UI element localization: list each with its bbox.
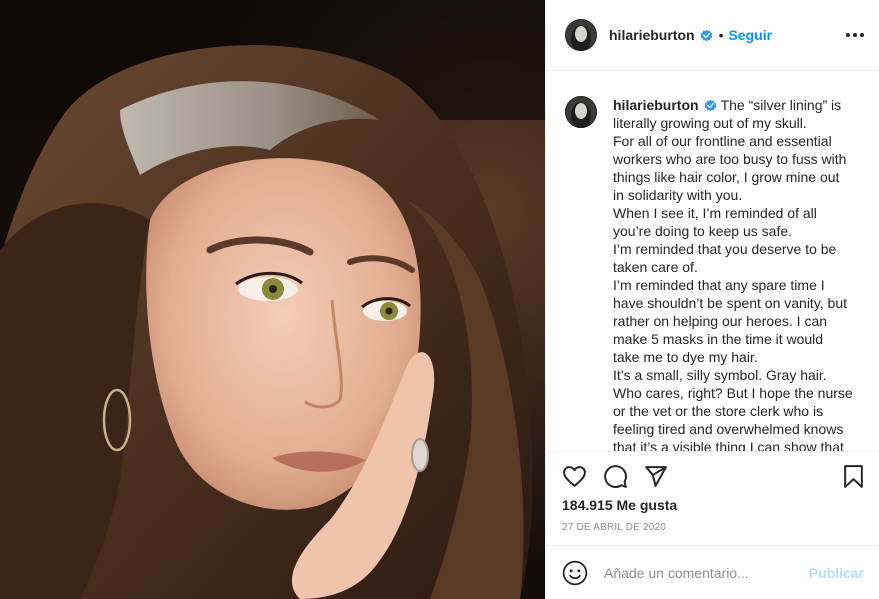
action-bar — [546, 451, 879, 499]
caption-line: or the vet or the store clerk who is — [613, 403, 824, 419]
heart-icon[interactable] — [562, 464, 587, 489]
caption-line: For all of our frontline and essential — [613, 133, 832, 149]
caption-line: in solidarity with you. — [613, 187, 743, 203]
caption-line: rather on helping our heroes. I can — [613, 313, 828, 329]
comment-icon[interactable] — [603, 464, 628, 489]
caption-line: take me to dye my hair. — [613, 349, 758, 365]
follow-button[interactable]: Seguir — [728, 27, 772, 43]
caption-line: you’re doing to keep us safe. — [613, 223, 793, 239]
caption-username-link[interactable]: hilarieburton — [613, 97, 699, 113]
post-date[interactable]: 27 DE ABRIL DE 2020 — [562, 522, 666, 533]
caption-line: Who cares, right? But I hope the nurse — [613, 385, 853, 401]
avatar[interactable] — [565, 19, 597, 51]
caption-line: I’m reminded that any spare time I — [613, 277, 825, 293]
caption-text: hilarieburton The “silver lining” is lite… — [613, 96, 861, 451]
likes-count[interactable]: 184.915 Me gusta — [562, 497, 677, 513]
post-side-panel: hilarieburton • Seguir hilarieburton The … — [545, 0, 879, 599]
publish-button[interactable]: Publicar — [809, 565, 864, 581]
caption-line: make 5 masks in the time it would — [613, 331, 824, 347]
comment-bar: Publicar — [546, 545, 879, 599]
caption-line: feeling tired and overwhelmed knows — [613, 421, 844, 437]
caption-line: have shouldn’t be spent on vanity, but — [613, 295, 848, 311]
caption-line: taken care of. — [613, 259, 698, 275]
emoji-icon[interactable] — [562, 560, 588, 586]
post-photo[interactable] — [0, 0, 545, 599]
caption-row: hilarieburton The “silver lining” is lite… — [565, 96, 864, 451]
caption-line: I’m reminded that you deserve to be — [613, 241, 837, 257]
verified-badge-icon — [704, 99, 716, 112]
caption-line: When I see it, I’m reminded of all — [613, 205, 817, 221]
caption-line: hilarieburton The “silver lining” is — [613, 96, 861, 114]
caption-avatar[interactable] — [565, 96, 597, 128]
caption-line: that it’s a visible thing I can show tha… — [613, 439, 844, 451]
verified-badge-icon — [700, 29, 712, 41]
caption-area[interactable]: hilarieburton The “silver lining” is lite… — [546, 72, 879, 451]
bookmark-icon[interactable] — [841, 464, 866, 489]
separator-dot: • — [718, 27, 724, 43]
share-icon[interactable] — [643, 464, 668, 489]
caption-line: things like hair color, I grow mine out — [613, 169, 840, 185]
more-options-icon[interactable] — [846, 26, 864, 44]
username-link[interactable]: hilarieburton — [609, 27, 695, 43]
caption-line: literally growing out of my skull. — [613, 115, 807, 131]
caption-line: It’s a small, silly symbol. Gray hair. — [613, 367, 827, 383]
caption-line-text: The “silver lining” is — [720, 97, 842, 113]
post-header: hilarieburton • Seguir — [546, 0, 879, 71]
portrait-image — [0, 0, 545, 599]
comment-input[interactable] — [604, 564, 804, 581]
caption-line: workers who are too busy to fuss with — [613, 151, 847, 167]
